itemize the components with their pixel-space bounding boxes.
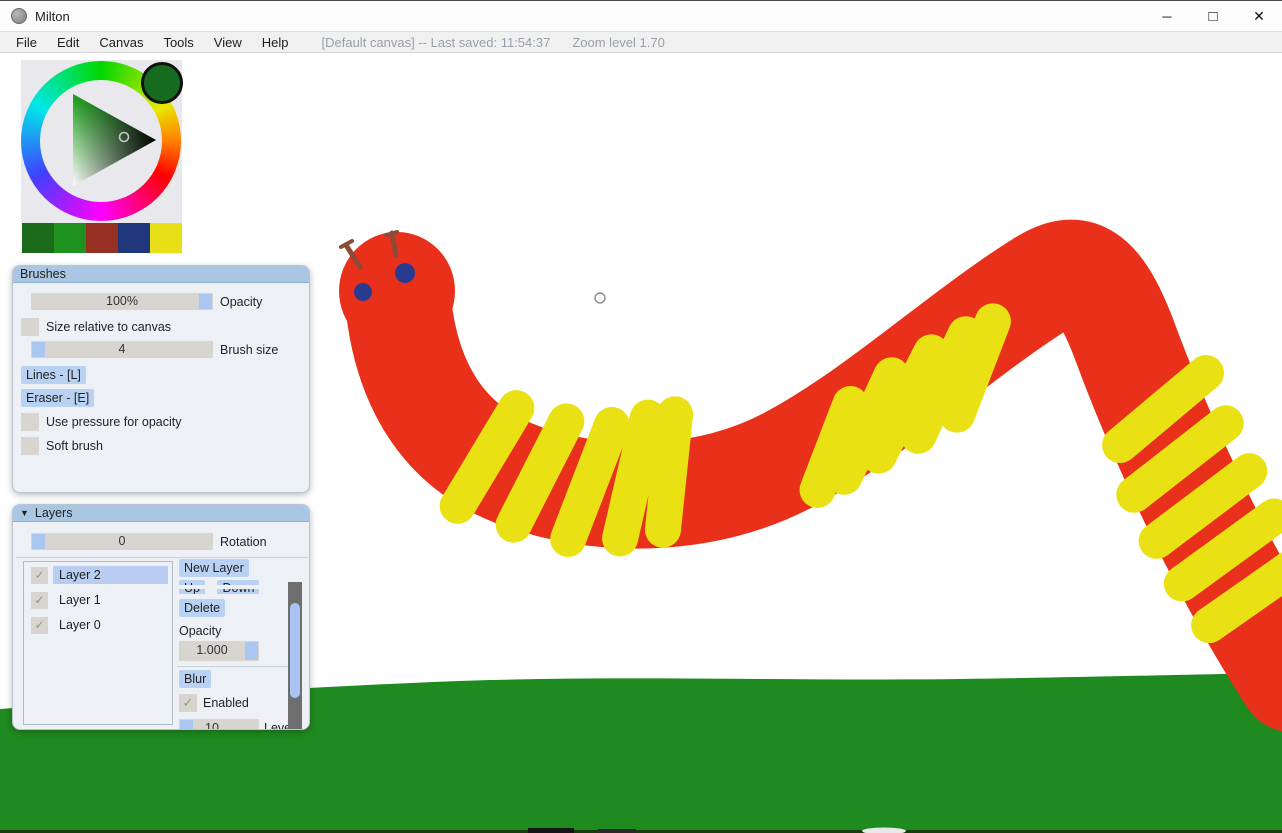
menubar: File Edit Canvas Tools View Help [Defaul… [0,31,1282,53]
blur-enabled-label: Enabled [203,696,249,710]
layer-opacity-label: Opacity [179,624,221,638]
eraser-tool-button[interactable]: Eraser - [E] [21,389,94,407]
layers-scrollbar[interactable] [288,582,302,730]
delete-layer-button[interactable]: Delete [179,599,225,617]
lines-tool-button[interactable]: Lines - [L] [21,366,86,384]
save-status: [Default canvas] -- Last saved: 11:54:37 [322,35,551,50]
pressure-opacity-label: Use pressure for opacity [46,415,181,429]
layers-panel-header[interactable]: ▼ Layers [13,505,309,522]
rotation-label: Rotation [220,535,267,549]
current-color-swatch [141,62,183,104]
layer-opacity-grabber[interactable] [245,642,258,660]
palette-swatch[interactable] [86,223,118,253]
layer-list: ✓ Layer 2 ✓ Layer 1 ✓ Layer 0 [23,561,173,725]
window-controls: ─ □ ✕ [1144,1,1282,31]
rotation-slider[interactable]: 0 [31,533,213,550]
maximize-icon[interactable]: □ [1190,1,1236,31]
blur-level-grabber[interactable] [180,720,193,730]
window-title: Milton [35,9,70,24]
color-picker [21,60,182,253]
divider [177,666,299,667]
clip-artifact [179,585,271,589]
blur-level-dragbox[interactable]: 10 [179,719,259,730]
layers-panel: ▼ Layers 0 Rotation ✓ Layer 2 ✓ Layer 1 … [12,504,310,730]
pressure-opacity-checkbox[interactable] [21,413,39,431]
layers-scrollbar-thumb[interactable] [290,603,300,698]
layer-row-layer0[interactable]: ✓ Layer 0 [24,613,172,637]
layer-visibility-checkbox[interactable]: ✓ [31,567,48,584]
collapse-icon[interactable]: ▼ [20,508,29,518]
menu-tools[interactable]: Tools [161,35,195,50]
menu-edit[interactable]: Edit [55,35,81,50]
brushes-panel-header[interactable]: Brushes [13,266,309,283]
blur-enabled-checkbox[interactable]: ✓ [179,694,197,712]
soft-brush-label: Soft brush [46,439,103,453]
minimize-icon[interactable]: ─ [1144,1,1190,31]
layer-opacity-dragbox[interactable]: 1.000 [179,641,259,661]
brush-size-slider[interactable]: 4 [31,341,213,358]
blur-effect-button[interactable]: Blur [179,670,211,688]
palette-swatch[interactable] [118,223,150,253]
palette-swatch[interactable] [22,223,54,253]
menu-file[interactable]: File [14,35,39,50]
new-layer-button[interactable]: New Layer [179,559,249,577]
opacity-label: Opacity [220,295,262,309]
layer-name[interactable]: Layer 1 [53,591,168,609]
brushes-panel: Brushes 100% Opacity Size relative to ca… [12,265,310,493]
opacity-value: 100% [31,294,213,308]
close-icon[interactable]: ✕ [1236,1,1282,31]
app-icon [11,8,27,24]
layer-visibility-checkbox[interactable]: ✓ [31,592,48,609]
opacity-slider-grabber[interactable] [199,294,212,309]
layer-row-layer1[interactable]: ✓ Layer 1 [24,588,172,612]
layers-panel-title: Layers [35,506,73,520]
size-relative-label: Size relative to canvas [46,320,171,334]
palette-swatch[interactable] [54,223,86,253]
layer-name[interactable]: Layer 2 [53,566,168,584]
brushes-panel-title: Brushes [20,267,66,281]
menu-canvas[interactable]: Canvas [97,35,145,50]
milton-window: Milton ─ □ ✕ File Edit Canvas Tools View… [0,0,1282,833]
layer-opacity-value: 1.000 [179,643,245,657]
brush-cursor [595,293,605,303]
rotation-value: 0 [31,534,213,548]
menu-view[interactable]: View [212,35,244,50]
zoom-level: Zoom level 1.70 [572,35,665,50]
menu-help[interactable]: Help [260,35,291,50]
brush-size-label: Brush size [220,343,278,357]
brush-size-value: 4 [31,342,213,356]
divider [16,557,308,558]
brush-size-slider-grabber[interactable] [32,342,45,357]
layer-visibility-checkbox[interactable]: ✓ [31,617,48,634]
titlebar: Milton ─ □ ✕ [0,1,1282,31]
rotation-slider-grabber[interactable] [32,534,45,549]
layer-row-layer2[interactable]: ✓ Layer 2 [24,563,172,587]
palette-swatches [22,223,182,253]
soft-brush-checkbox[interactable] [21,437,39,455]
layer-name[interactable]: Layer 0 [53,616,168,634]
palette-swatch[interactable] [150,223,182,253]
opacity-slider[interactable]: 100% [31,293,213,310]
size-relative-checkbox[interactable] [21,318,39,336]
